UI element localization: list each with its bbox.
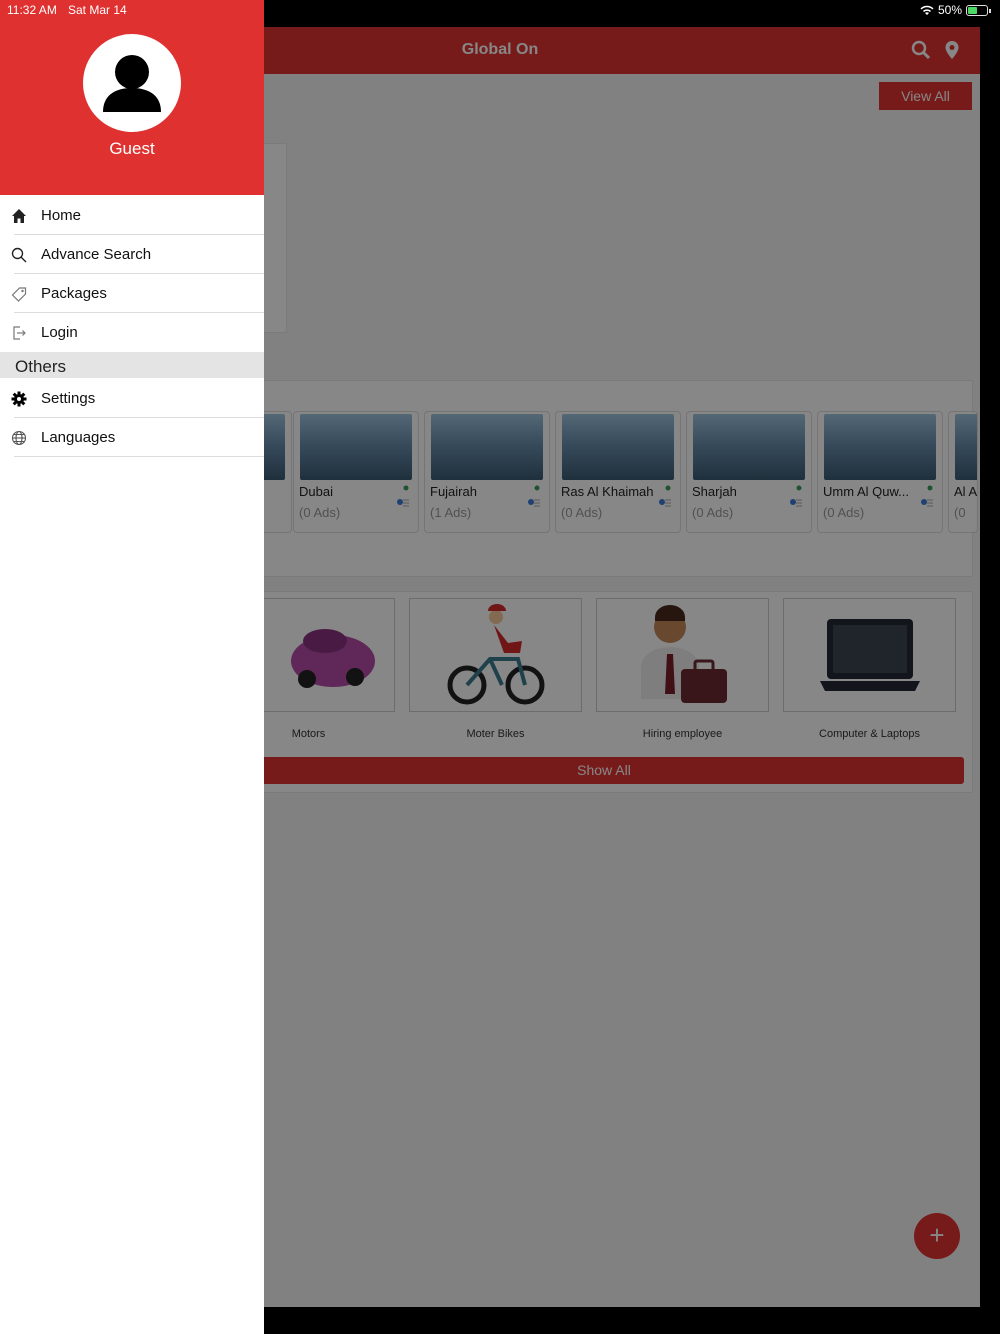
globe-icon: [11, 430, 27, 446]
menu-item-home[interactable]: Home: [0, 196, 264, 235]
home-icon: [12, 209, 26, 223]
menu-item-login[interactable]: Login: [0, 313, 264, 352]
status-bar: 11:32 AM Sat Mar 14 50%: [0, 0, 1000, 22]
menu-item-label: Home: [41, 207, 82, 224]
navigation-drawer: Guest Home Advance Search Packages Login…: [0, 0, 264, 1334]
battery-icon: [966, 4, 991, 16]
battery-percent: 50%: [937, 3, 962, 17]
menu-item-label: Login: [41, 324, 78, 341]
menu-item-settings[interactable]: Settings: [0, 379, 264, 418]
menu-item-packages[interactable]: Packages: [0, 274, 264, 313]
menu-item-label: Settings: [41, 390, 96, 407]
status-indicators: 50%: [920, 3, 991, 17]
login-icon: [13, 326, 26, 340]
menu-item-languages[interactable]: Languages: [0, 418, 264, 457]
section-title: Others: [15, 357, 67, 376]
drawer-header: Guest: [0, 0, 264, 195]
search-icon: [11, 247, 27, 263]
tag-icon: [11, 287, 27, 302]
menu-item-advance-search[interactable]: Advance Search: [0, 235, 264, 274]
menu-item-label: Packages: [41, 285, 107, 302]
divider: [14, 456, 264, 457]
wifi-icon: [920, 5, 934, 15]
menu-item-label: Languages: [41, 429, 116, 446]
status-date: Sat Mar 14: [68, 3, 127, 17]
avatar[interactable]: [83, 34, 181, 132]
menu-item-label: Advance Search: [41, 246, 152, 263]
user-icon: [103, 55, 161, 112]
gear-icon: [11, 391, 27, 407]
user-name: Guest: [109, 139, 155, 158]
status-time: 11:32 AM: [7, 3, 57, 17]
section-header-others: Others: [0, 352, 264, 378]
